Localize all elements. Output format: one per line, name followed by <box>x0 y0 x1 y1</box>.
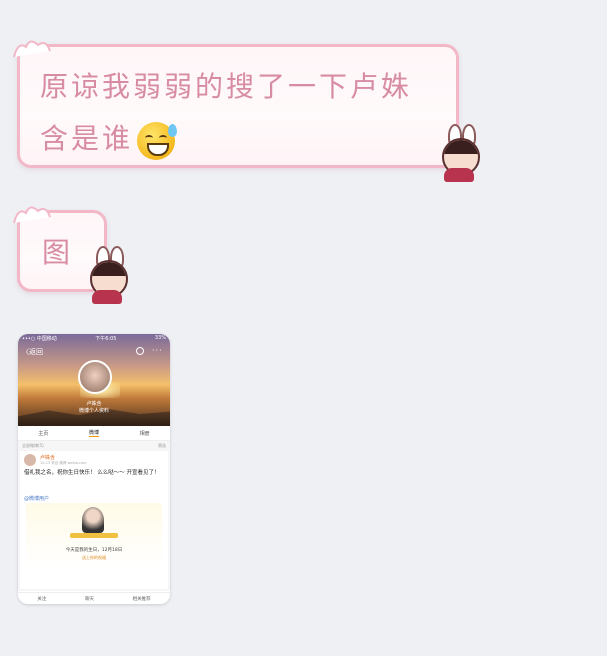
status-bar: •••○ 中国移动 下午6:05 33% <box>22 335 166 342</box>
screenshot-image[interactable]: •••○ 中国移动 下午6:05 33% 〈返回 ··· 卢姝含 微博个人资料 … <box>18 334 170 604</box>
post-meta: 10-13 来自 微博 weibo.com <box>40 461 87 465</box>
sweat-smile-emoji <box>137 121 178 160</box>
filter-button[interactable]: 筛选 <box>158 443 166 449</box>
back-button[interactable]: 〈返回 <box>22 347 43 357</box>
message-text: 图 <box>42 236 71 269</box>
section-header: 全部微博(5) 筛选 <box>22 443 166 449</box>
tab-home[interactable]: 主页 <box>38 430 48 437</box>
post-author[interactable]: 卢姝含 <box>40 454 55 461</box>
follow-button[interactable]: 关注 <box>37 596 46 602</box>
card-text: 今天是我的生日，12月18日 <box>65 548 123 553</box>
message-text: 原谅我弱弱的搜了一下卢姝含是谁 <box>40 61 440 165</box>
avatar-sticker[interactable] <box>436 124 484 182</box>
post-card[interactable]: 卢姝含 10-13 来自 微博 weibo.com 借礼我之名，祝你生日快乐！ … <box>20 451 168 589</box>
lace-decoration <box>13 206 51 224</box>
card-subtext[interactable]: 送上你的祝福 <box>26 555 162 561</box>
recommend-button[interactable]: 相关推荐 <box>133 596 151 602</box>
tab-weibo[interactable]: 微博 <box>88 429 99 437</box>
tab-album[interactable]: 相册 <box>140 430 150 437</box>
avatar[interactable] <box>78 360 112 394</box>
post-text: 借礼我之名，祝你生日快乐！ 么么哒～～ 开宣看见了！ <box>24 470 160 476</box>
chat-bubble[interactable]: 原谅我弱弱的搜了一下卢姝含是谁 <box>13 40 459 168</box>
post-link[interactable]: @微博用户 <box>24 495 49 502</box>
bottom-bar: 关注 聊天 相关推荐 <box>18 592 170 604</box>
avatar[interactable] <box>24 454 36 466</box>
feed: 全部微博(5) 筛选 卢姝含 10-13 来自 微博 weibo.com 借礼我… <box>18 441 170 591</box>
more-icon[interactable]: ··· <box>152 346 163 355</box>
birthday-card[interactable]: 今天是我的生日，12月18日 送上你的祝福 <box>26 503 162 567</box>
lace-decoration <box>13 40 51 58</box>
profile-tabs: 主页 微博 相册 <box>18 426 170 441</box>
ribbon-decoration <box>70 533 118 538</box>
chat-button[interactable]: 聊天 <box>85 596 94 602</box>
search-icon[interactable] <box>136 347 144 355</box>
avatar-sticker[interactable] <box>84 246 132 304</box>
profile-name: 卢姝含 微博个人资料 <box>78 401 109 414</box>
card-photo <box>82 507 104 533</box>
